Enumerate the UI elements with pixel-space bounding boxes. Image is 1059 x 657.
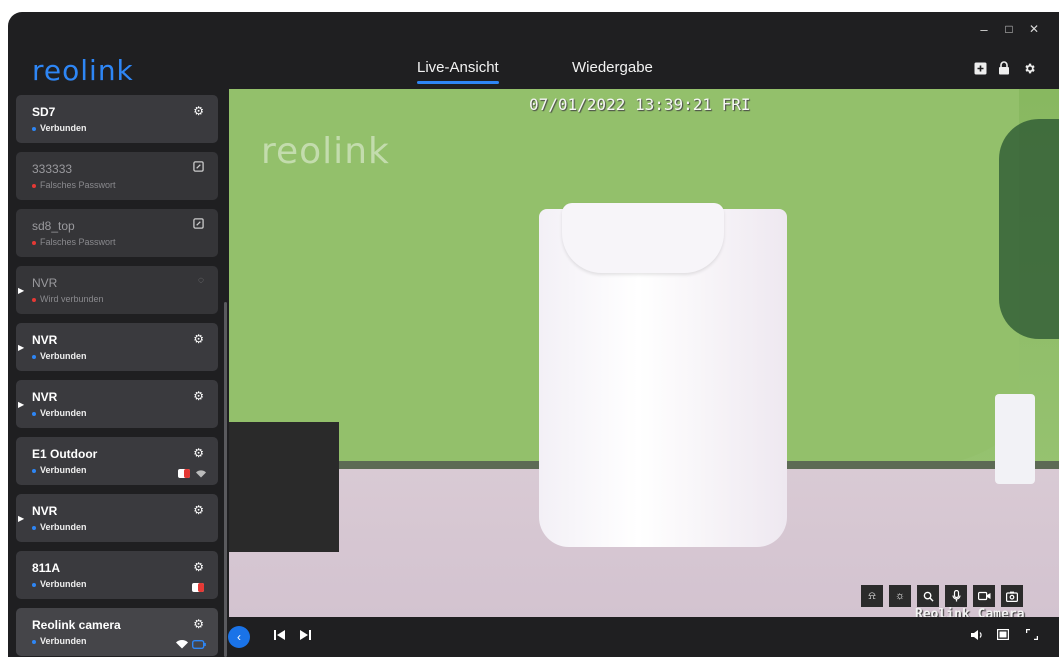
close-button[interactable]: ✕	[1025, 22, 1043, 36]
device-name: 333333	[32, 162, 73, 176]
microphone-icon[interactable]	[945, 585, 967, 607]
gear-icon[interactable]: ⚙	[193, 560, 204, 574]
fullscreen-icon[interactable]	[1025, 628, 1039, 643]
wifi-icon	[176, 636, 188, 654]
video-toolbar: ⍾ ☼	[861, 585, 1023, 607]
device-status: Verbunden	[32, 465, 87, 475]
device-status: Verbunden	[32, 579, 87, 589]
app-window: – □ ✕ reolink Live-Ansicht Wiedergabe SD…	[8, 12, 1059, 657]
device-card-sd7[interactable]: SD7 Verbunden ⚙	[16, 95, 218, 143]
settings-icon[interactable]	[1021, 60, 1037, 76]
tab-playback[interactable]: Wiedergabe	[572, 59, 653, 76]
next-icon[interactable]	[300, 629, 311, 643]
battery-icon	[178, 465, 192, 483]
gear-icon[interactable]: ⚙	[193, 446, 204, 460]
wifi-icon	[196, 465, 206, 483]
reolink-logo: reolink	[32, 54, 134, 87]
device-card-nvr-3[interactable]: ▶ NVR Verbunden ⚙	[16, 494, 218, 542]
sidebar-scrollbar[interactable]	[224, 302, 227, 657]
device-name: NVR	[32, 333, 58, 347]
battery-icon	[191, 636, 206, 654]
snapshot-icon[interactable]	[1001, 585, 1023, 607]
device-status: Falsches Passwort	[32, 237, 116, 247]
maximize-button[interactable]: □	[1000, 22, 1018, 36]
device-card-nvr-connecting[interactable]: ▶ NVR Wird verbunden ◌	[16, 266, 218, 314]
device-indicators	[192, 579, 206, 597]
device-indicators	[176, 636, 206, 654]
playback-controls-bar: ‹	[228, 617, 1059, 657]
spotlight-icon[interactable]: ☼	[889, 585, 911, 607]
device-sidebar: SD7 Verbunden ⚙ 333333 Falsches Passwort…	[8, 92, 229, 657]
device-name: sd8_top	[32, 219, 75, 233]
device-name: SD7	[32, 105, 56, 119]
collapse-sidebar-button[interactable]: ‹	[228, 626, 250, 648]
device-name: NVR	[32, 504, 58, 518]
gear-icon[interactable]: ⚙	[193, 389, 204, 403]
device-status: Verbunden	[32, 351, 87, 361]
zoom-icon[interactable]	[917, 585, 939, 607]
tab-live-view[interactable]: Live-Ansicht	[417, 59, 499, 84]
osd-timestamp: 07/01/2022 13:39:21 FRI	[529, 95, 751, 114]
device-status: Verbunden	[32, 408, 87, 418]
device-card-e1-outdoor[interactable]: E1 Outdoor Verbunden ⚙	[16, 437, 218, 485]
expand-caret-icon[interactable]: ▶	[18, 514, 24, 523]
lock-icon[interactable]	[996, 60, 1012, 76]
device-card-333333[interactable]: 333333 Falsches Passwort	[16, 152, 218, 200]
siren-icon[interactable]: ⍾	[861, 585, 883, 607]
device-card-nvr-1[interactable]: ▶ NVR Verbunden ⚙	[16, 323, 218, 371]
device-status: Wird verbunden	[32, 294, 104, 304]
volume-icon[interactable]	[971, 629, 983, 643]
gear-icon[interactable]: ⚙	[193, 332, 204, 346]
expand-caret-icon[interactable]: ▶	[18, 400, 24, 409]
edit-icon[interactable]	[193, 161, 204, 175]
gear-icon[interactable]: ⚙	[193, 503, 204, 517]
gear-icon[interactable]: ⚙	[193, 104, 204, 118]
device-name: 811A	[32, 561, 61, 575]
device-name: NVR	[32, 390, 58, 404]
title-bar: – □ ✕	[8, 12, 1059, 50]
device-name: NVR	[32, 276, 58, 290]
live-video-view[interactable]: 07/01/2022 13:39:21 FRI reolink ⍾ ☼ Reol…	[229, 89, 1059, 617]
spinner-icon: ◌	[198, 275, 204, 286]
device-card-reolink-camera[interactable]: Reolink camera Verbunden ⚙	[16, 608, 218, 656]
expand-caret-icon[interactable]: ▶	[18, 343, 24, 352]
device-name: Reolink camera	[32, 618, 121, 632]
device-card-811a[interactable]: 811A Verbunden ⚙	[16, 551, 218, 599]
minimize-button[interactable]: –	[975, 22, 993, 37]
previous-icon[interactable]	[274, 629, 285, 643]
edit-icon[interactable]	[193, 218, 204, 232]
device-name: E1 Outdoor	[32, 447, 98, 461]
add-device-icon[interactable]	[972, 60, 988, 76]
camera-name-overlay: Reolink Camera	[915, 607, 1025, 617]
camera-watermark: reolink	[261, 131, 390, 172]
expand-caret-icon[interactable]: ▶	[18, 286, 24, 295]
device-status: Verbunden	[32, 123, 87, 133]
device-card-nvr-2[interactable]: ▶ NVR Verbunden ⚙	[16, 380, 218, 428]
gear-icon[interactable]: ⚙	[193, 617, 204, 631]
device-status: Verbunden	[32, 522, 87, 532]
device-indicators	[178, 465, 206, 483]
device-status: Falsches Passwort	[32, 180, 116, 190]
battery-icon	[192, 579, 206, 597]
device-status: Verbunden	[32, 636, 87, 646]
record-icon[interactable]	[973, 585, 995, 607]
device-card-sd8-top[interactable]: sd8_top Falsches Passwort	[16, 209, 218, 257]
layout-icon[interactable]	[997, 629, 1010, 643]
